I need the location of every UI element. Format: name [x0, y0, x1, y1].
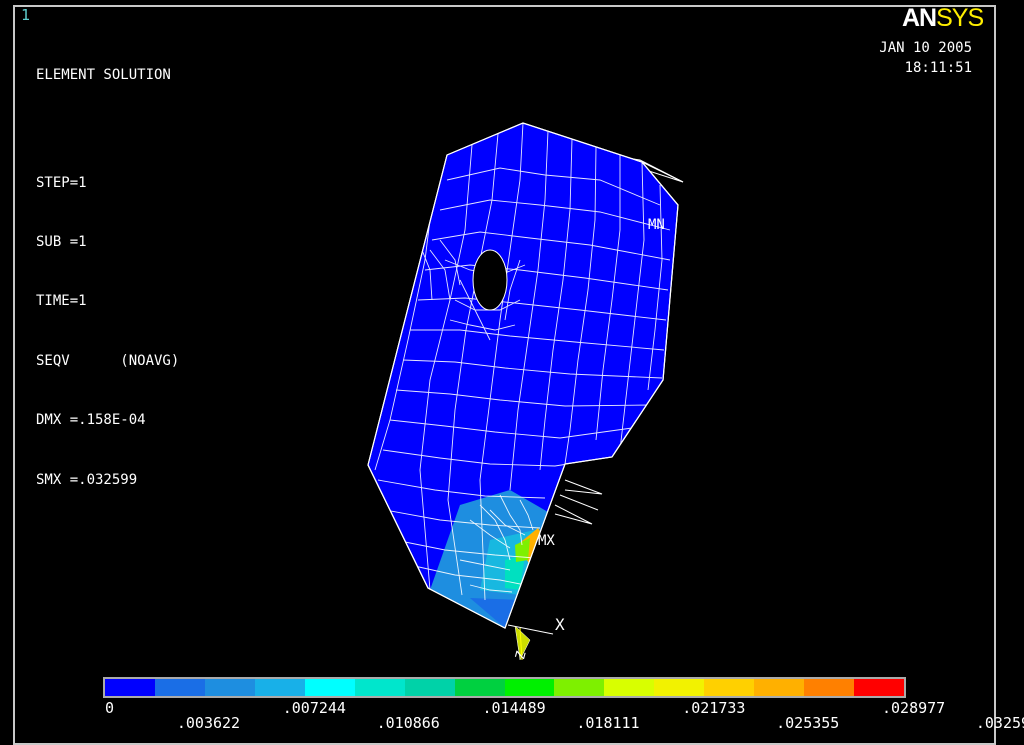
legend-swatch	[404, 679, 455, 696]
fea-model-view[interactable]: MN MX X Z	[0, 0, 1024, 725]
axis-x-label: X	[555, 615, 565, 634]
legend-swatch	[804, 679, 855, 696]
max-marker: MX	[538, 533, 555, 549]
legend-swatch	[754, 679, 805, 696]
legend-label-bottom: .025355	[776, 714, 840, 732]
bolt-hole	[472, 249, 508, 311]
legend-label-bottom: .018111	[576, 714, 640, 732]
legend-swatch	[554, 679, 605, 696]
legend-swatch	[254, 679, 305, 696]
legend-label-top: 0	[105, 699, 115, 717]
legend-swatch	[354, 679, 405, 696]
contour-legend-bar	[103, 677, 906, 698]
legend-label-top: .007244	[282, 699, 346, 717]
legend-label-bottom: .003622	[176, 714, 241, 732]
legend-label-top: .028977	[882, 699, 946, 717]
legend-swatch	[854, 679, 904, 696]
legend-swatch	[604, 679, 655, 696]
legend-swatch	[654, 679, 705, 696]
legend-swatch	[504, 679, 555, 696]
legend-swatch	[454, 679, 505, 696]
legend-swatch	[204, 679, 255, 696]
min-marker: MN	[648, 217, 665, 233]
legend-label-top: .014489	[482, 699, 546, 717]
legend-swatch	[154, 679, 205, 696]
legend-label-bottom: .010866	[376, 714, 440, 732]
legend-label-bottom: .032599	[975, 714, 1024, 732]
legend-swatch	[304, 679, 355, 696]
legend-swatch	[105, 679, 155, 696]
legend-label-top: .021733	[682, 699, 746, 717]
legend-swatch	[704, 679, 755, 696]
